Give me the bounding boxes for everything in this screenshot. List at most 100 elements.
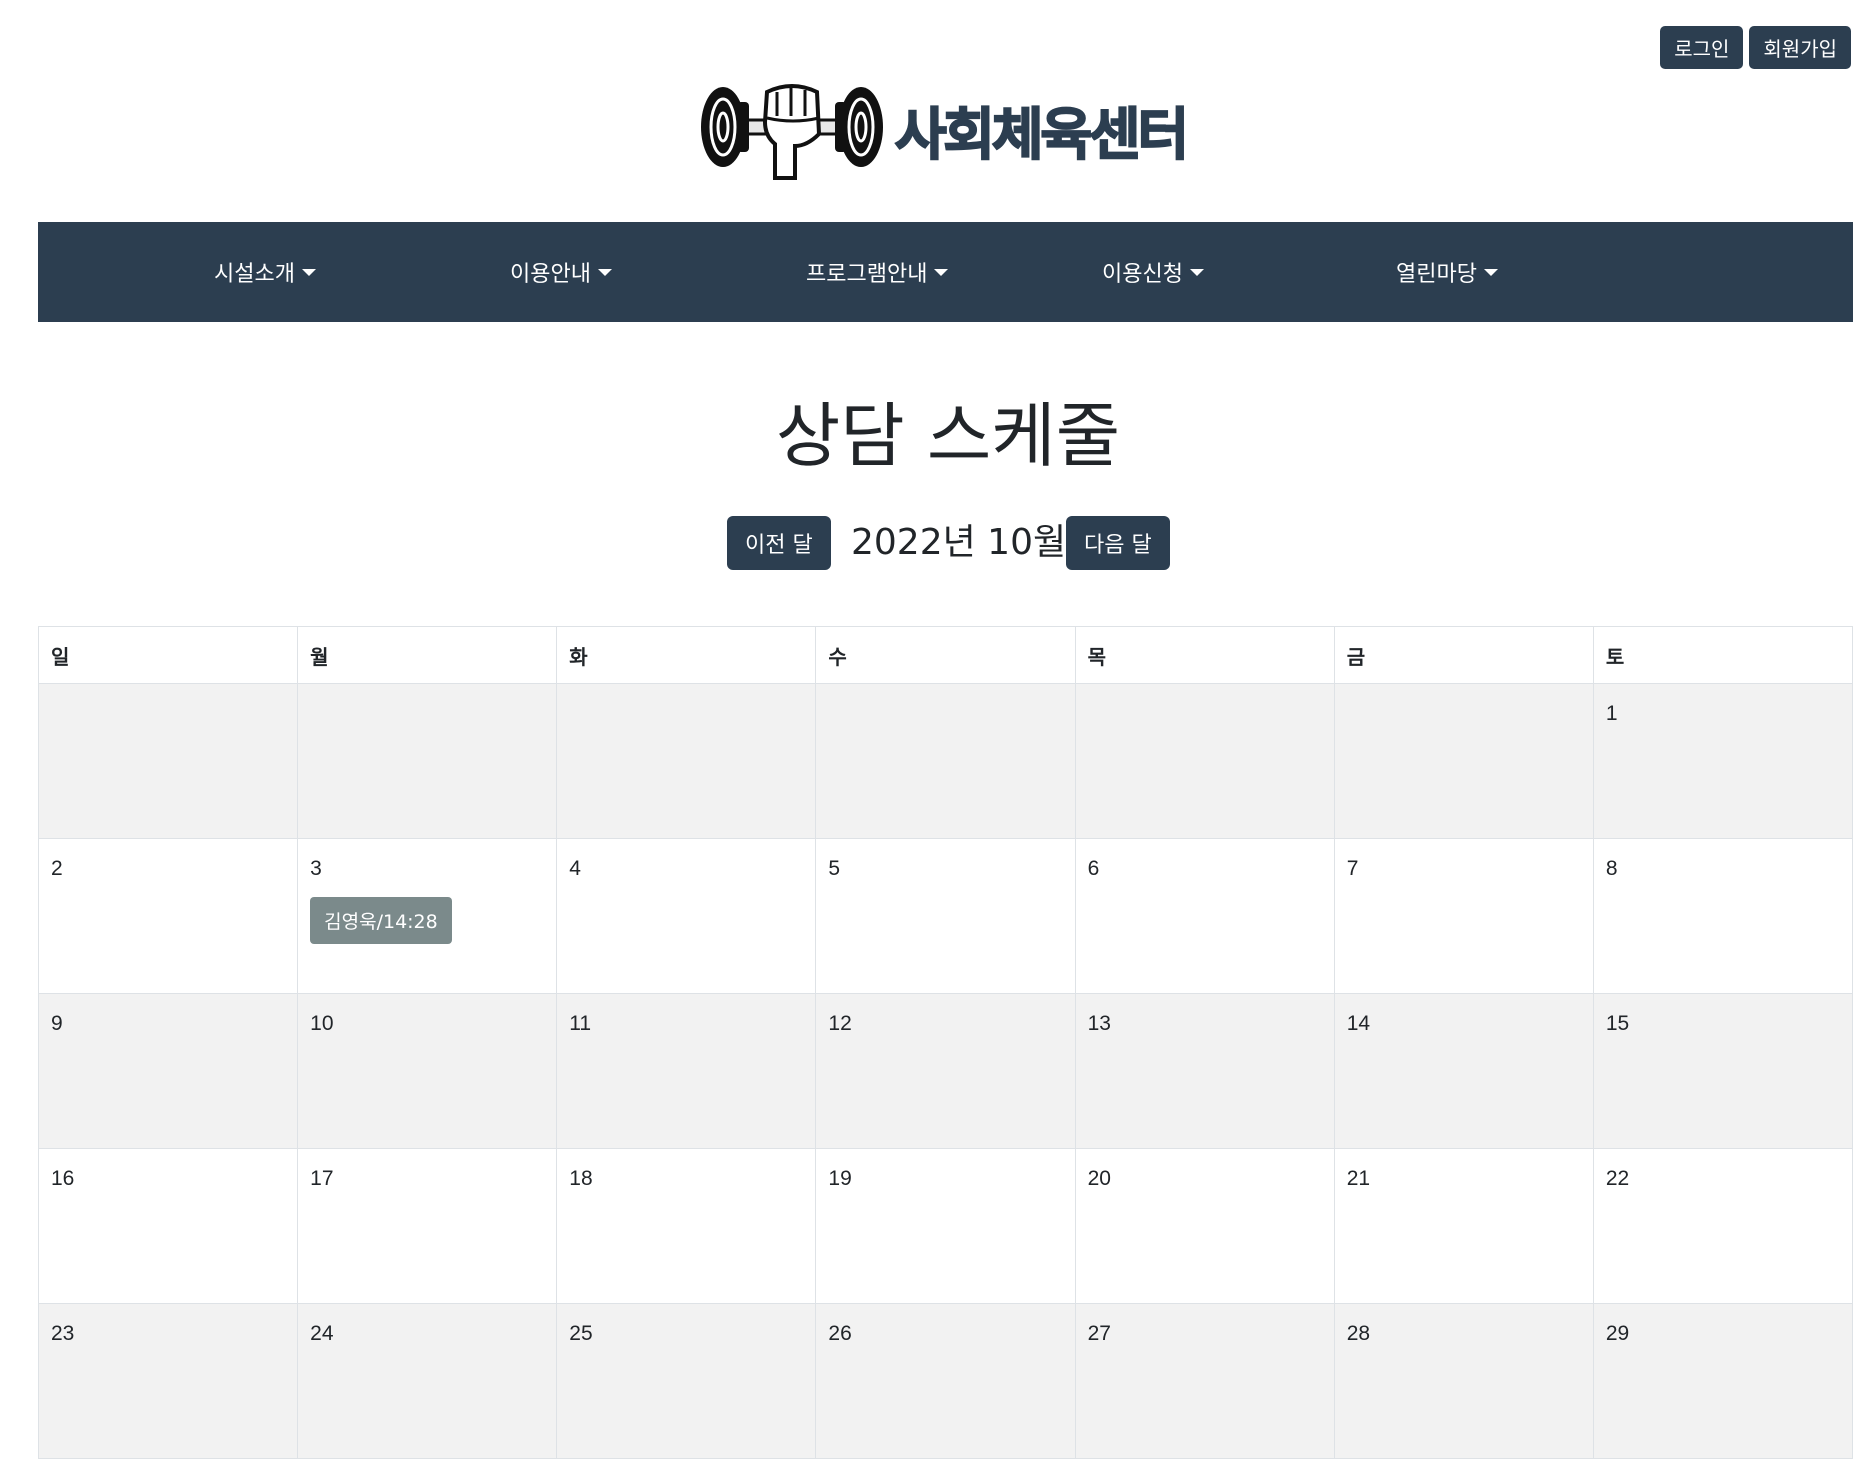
calendar-day-cell[interactable]: 13: [1074, 993, 1335, 1149]
calendar-day-cell[interactable]: 1: [1592, 683, 1854, 839]
day-number: 1: [1605, 702, 1618, 725]
day-number: 23: [51, 1322, 75, 1345]
calendar-empty-cell: [297, 683, 558, 839]
calendar-empty-cell: [815, 683, 1076, 839]
calendar-day-cell[interactable]: 24: [297, 1303, 558, 1459]
calendar-day-cell[interactable]: 5: [815, 838, 1076, 994]
nav-item-open-forum[interactable]: 열린마당: [1396, 222, 1498, 322]
day-number: 21: [1346, 1167, 1371, 1190]
calendar-day-cell[interactable]: 25: [556, 1303, 817, 1459]
calendar-empty-cell: [37, 683, 299, 839]
day-number: 6: [1087, 857, 1100, 880]
day-number: 24: [310, 1322, 334, 1345]
calendar-day-cell[interactable]: 17: [297, 1148, 558, 1304]
login-button[interactable]: 로그인: [1660, 26, 1744, 69]
calendar-body: 1 2 3 김영욱/14:28 4 5 6 7 8 9 10 11 12 13 14 15 16 17 18 19 20…: [37, 683, 1854, 1459]
nav-item-usage-guide[interactable]: 이용안내: [510, 222, 612, 322]
weekday-header: 목: [1074, 626, 1335, 684]
day-number: 12: [828, 1012, 852, 1035]
day-number: 4: [569, 857, 581, 880]
calendar-day-cell[interactable]: 19: [815, 1148, 1076, 1304]
calendar-day-cell[interactable]: 29: [1592, 1303, 1854, 1459]
signup-button[interactable]: 회원가입: [1749, 26, 1851, 69]
day-number: 7: [1346, 857, 1359, 880]
nav-item-apply[interactable]: 이용신청: [1102, 222, 1204, 322]
calendar-empty-cell: [1333, 683, 1594, 839]
current-month-label: 2022년 10월: [851, 522, 1067, 563]
day-number: 11: [569, 1012, 592, 1035]
nav-item-label: 시설소개: [214, 262, 295, 287]
calendar-day-cell[interactable]: 21: [1333, 1148, 1594, 1304]
nav-item-label: 열린마당: [1396, 262, 1477, 287]
calendar-empty-cell: [1074, 683, 1335, 839]
day-number: 19: [828, 1167, 852, 1190]
calendar-day-cell[interactable]: 6: [1074, 838, 1335, 994]
calendar-day-cell[interactable]: 15: [1592, 993, 1854, 1149]
nav-item-facility[interactable]: 시설소개: [214, 222, 316, 322]
calendar-week-row: 16 17 18 19 20 21 22: [37, 1148, 1854, 1304]
day-number: 10: [310, 1012, 334, 1035]
calendar-day-cell[interactable]: 14: [1333, 993, 1594, 1149]
caret-down-icon: [1483, 268, 1498, 276]
nav-item-programs[interactable]: 프로그램안내: [806, 222, 949, 322]
calendar-week-row: 2 3 김영욱/14:28 4 5 6 7 8: [37, 838, 1854, 994]
day-number: 8: [1605, 857, 1618, 880]
day-number: 5: [828, 857, 841, 880]
calendar-day-cell[interactable]: 12: [815, 993, 1076, 1149]
calendar-day-cell[interactable]: 20: [1074, 1148, 1335, 1304]
calendar-day-cell[interactable]: 2: [37, 838, 299, 994]
day-number: 15: [1605, 1012, 1630, 1035]
weekday-header: 월: [297, 626, 558, 684]
day-number: 29: [1605, 1322, 1630, 1345]
day-number: 28: [1346, 1322, 1371, 1345]
calendar-day-cell[interactable]: 8: [1592, 838, 1854, 994]
day-number: 9: [51, 1012, 63, 1035]
auth-buttons: 로그인 회원가입: [1660, 26, 1851, 69]
site-logo[interactable]: 사회체육센터: [699, 78, 1190, 182]
day-number: 22: [1605, 1167, 1630, 1190]
calendar-empty-cell: [556, 683, 817, 839]
caret-down-icon: [301, 268, 316, 276]
page-title: 상담 스케줄: [775, 395, 1121, 477]
weekday-header: 토: [1592, 626, 1854, 684]
calendar-day-cell[interactable]: 11: [556, 993, 817, 1149]
day-number: 26: [828, 1322, 852, 1345]
weekday-header-row: 일 월 화 수 목 금 토: [37, 626, 1854, 684]
calendar-day-cell[interactable]: 28: [1333, 1303, 1594, 1459]
appointment-badge[interactable]: 김영욱/14:28: [310, 897, 452, 944]
weekday-header: 화: [556, 626, 817, 684]
day-number: 16: [51, 1167, 75, 1190]
calendar-week-row: 23 24 25 26 27 28 29: [37, 1303, 1854, 1459]
weekday-header: 수: [815, 626, 1076, 684]
calendar-day-cell[interactable]: 18: [556, 1148, 817, 1304]
nav-item-label: 이용안내: [510, 262, 591, 287]
prev-month-button[interactable]: 이전 달: [727, 516, 831, 570]
day-number: 27: [1087, 1322, 1111, 1345]
dumbbell-fist-icon: [701, 84, 883, 180]
calendar-day-cell[interactable]: 7: [1333, 838, 1594, 994]
calendar-day-cell[interactable]: 3 김영욱/14:28: [297, 838, 558, 994]
caret-down-icon: [597, 268, 612, 276]
day-number: 25: [569, 1322, 593, 1345]
calendar-day-cell[interactable]: 16: [37, 1148, 299, 1304]
weekday-header: 일: [37, 626, 299, 684]
weekday-header: 금: [1333, 626, 1594, 684]
month-navigation: 이전 달 2022년 10월 다음 달: [0, 516, 1868, 570]
main-nav: 시설소개 이용안내 프로그램안내 이용신청 열린마당: [38, 222, 1853, 322]
next-month-button[interactable]: 다음 달: [1066, 516, 1170, 570]
day-number: 14: [1346, 1012, 1371, 1035]
day-number: 2: [51, 857, 63, 880]
day-number: 17: [310, 1167, 334, 1190]
calendar-day-cell[interactable]: 22: [1592, 1148, 1854, 1304]
calendar-week-row: 9 10 11 12 13 14 15: [37, 993, 1854, 1149]
day-number: 3: [310, 857, 322, 880]
calendar-day-cell[interactable]: 9: [37, 993, 299, 1149]
calendar-day-cell[interactable]: 4: [556, 838, 817, 994]
nav-item-label: 프로그램안내: [806, 262, 928, 287]
calendar-day-cell[interactable]: 23: [37, 1303, 299, 1459]
calendar-day-cell[interactable]: 27: [1074, 1303, 1335, 1459]
day-number: 18: [569, 1167, 593, 1190]
calendar-day-cell[interactable]: 10: [297, 993, 558, 1149]
day-number: 13: [1087, 1012, 1111, 1035]
calendar-day-cell[interactable]: 26: [815, 1303, 1076, 1459]
